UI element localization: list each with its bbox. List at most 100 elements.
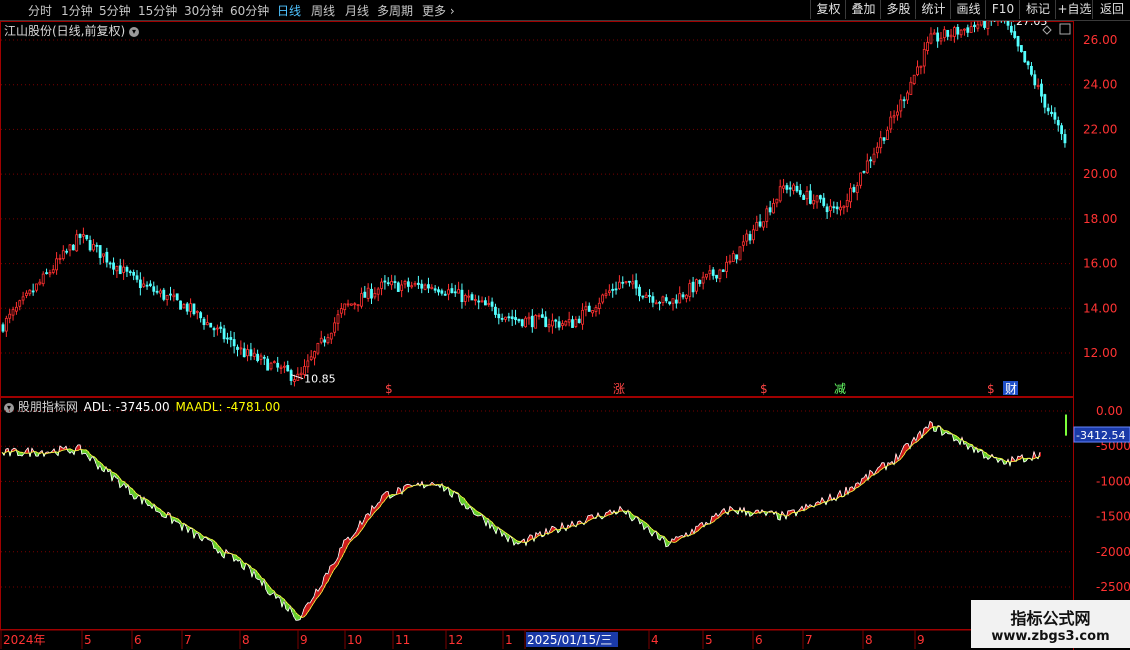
candle-body	[467, 295, 471, 298]
candle-body	[1056, 120, 1060, 126]
candle-body	[762, 221, 765, 228]
candle-body	[681, 294, 685, 298]
x-axis-label: 2025/01/15/三	[527, 633, 612, 647]
candle-body	[845, 200, 849, 208]
timeframe-tab[interactable]: 1分钟	[61, 2, 93, 19]
price-tick-label: 18.00	[1083, 212, 1117, 226]
candle-body	[179, 300, 182, 310]
candle-body	[567, 319, 571, 323]
toolbar-button[interactable]: F10	[985, 0, 1020, 19]
candle-body	[92, 244, 95, 251]
candle-body	[272, 361, 276, 364]
candle-body	[209, 322, 213, 328]
candle-body	[614, 288, 618, 291]
candle-body	[175, 293, 179, 301]
candle-body	[393, 281, 397, 283]
candle-body	[18, 300, 22, 307]
candle-body	[406, 281, 410, 287]
candle-body	[819, 195, 822, 200]
candle-body	[463, 294, 467, 302]
candle-body	[195, 310, 199, 313]
candle-body	[778, 186, 782, 202]
candle-body	[239, 347, 243, 350]
candle-body	[839, 206, 842, 211]
candle-body	[644, 294, 648, 299]
timeframe-tab[interactable]: 30分钟	[184, 2, 223, 19]
candle-body	[370, 288, 373, 299]
x-axis-label: 12	[448, 633, 463, 647]
candle-body	[14, 306, 18, 312]
timeframe-tab[interactable]: 60分钟	[230, 2, 269, 19]
timeframe-tab[interactable]: 多周期	[377, 2, 413, 19]
candle-body	[232, 339, 236, 347]
candle-body	[1043, 94, 1047, 108]
candle-body	[360, 293, 363, 307]
candle-body	[118, 265, 122, 275]
timeframe-tab[interactable]: 5分钟	[99, 2, 131, 19]
toolbar-button[interactable]: 返回	[1092, 0, 1130, 19]
timeframe-tab[interactable]: 分时	[28, 2, 52, 19]
chart-area[interactable]: 26.00 24.00 22.00 20.00 18.00 16.00 14.00 12.00…	[0, 21, 1130, 650]
candle-body	[21, 296, 25, 301]
candle-body	[738, 246, 742, 261]
candle-body	[939, 37, 943, 42]
candle-body	[795, 185, 799, 192]
timeframe-tab[interactable]: 周线	[311, 2, 335, 19]
candle-body	[192, 303, 196, 315]
candle-body	[4, 317, 8, 332]
candle-body	[862, 170, 866, 173]
candle-body	[896, 111, 899, 116]
candle-body	[205, 322, 209, 326]
toolbar-button[interactable]: 叠加	[845, 0, 881, 19]
timeframe-tab[interactable]: 月线	[345, 2, 369, 19]
indicator-tick-label: -20000	[1096, 545, 1130, 559]
price-tick-label: 12.00	[1083, 346, 1117, 360]
timeframe-tab[interactable]: 更多 ›	[422, 2, 455, 19]
candle-body	[671, 298, 675, 304]
candle-body	[430, 286, 434, 289]
candle-body	[865, 160, 869, 174]
price-tick-label: 24.00	[1083, 78, 1117, 92]
candle-body	[641, 295, 645, 298]
toolbar-button[interactable]: +自选	[1055, 0, 1093, 19]
toolbar-button[interactable]: 复权	[810, 0, 846, 19]
toolbar-button[interactable]: 画线	[950, 0, 986, 19]
candle-body	[540, 314, 544, 318]
timeframe-tab[interactable]: 15分钟	[138, 2, 177, 19]
candle-body	[788, 187, 792, 190]
candle-body	[58, 257, 62, 260]
candle-body	[413, 283, 417, 286]
timeframe-tab[interactable]: 日线	[277, 2, 301, 19]
candle-body	[832, 206, 836, 209]
candle-body	[584, 306, 588, 311]
min-price-label: 10.85	[304, 373, 336, 386]
toolbar-button[interactable]: 统计	[915, 0, 951, 19]
candle-body	[1040, 83, 1043, 97]
candle-body	[621, 281, 625, 284]
candle-body	[293, 379, 296, 382]
candle-body	[319, 337, 323, 343]
candle-body	[353, 303, 357, 306]
candle-body	[1063, 134, 1067, 144]
toolbar-button[interactable]: 多股	[880, 0, 916, 19]
candle-body	[815, 195, 819, 203]
candle-body	[581, 309, 584, 325]
candle-body	[252, 352, 256, 357]
x-axis-label: 10	[347, 633, 362, 647]
candle-body	[262, 356, 266, 359]
candle-body	[172, 294, 176, 298]
candle-body	[226, 337, 229, 340]
maadl-line	[1, 425, 1041, 618]
candle-body	[138, 279, 142, 289]
toolbar-button[interactable]: 标记	[1019, 0, 1056, 19]
x-axis-label: 2024年	[3, 633, 46, 647]
candle-body	[88, 240, 92, 251]
candle-body	[155, 290, 159, 293]
candle-body	[591, 310, 594, 314]
candle-body	[956, 26, 960, 35]
candle-body	[674, 299, 678, 304]
candle-body	[691, 281, 695, 293]
candle-body	[624, 281, 628, 283]
candle-body	[219, 326, 223, 329]
candle-body	[886, 129, 889, 140]
